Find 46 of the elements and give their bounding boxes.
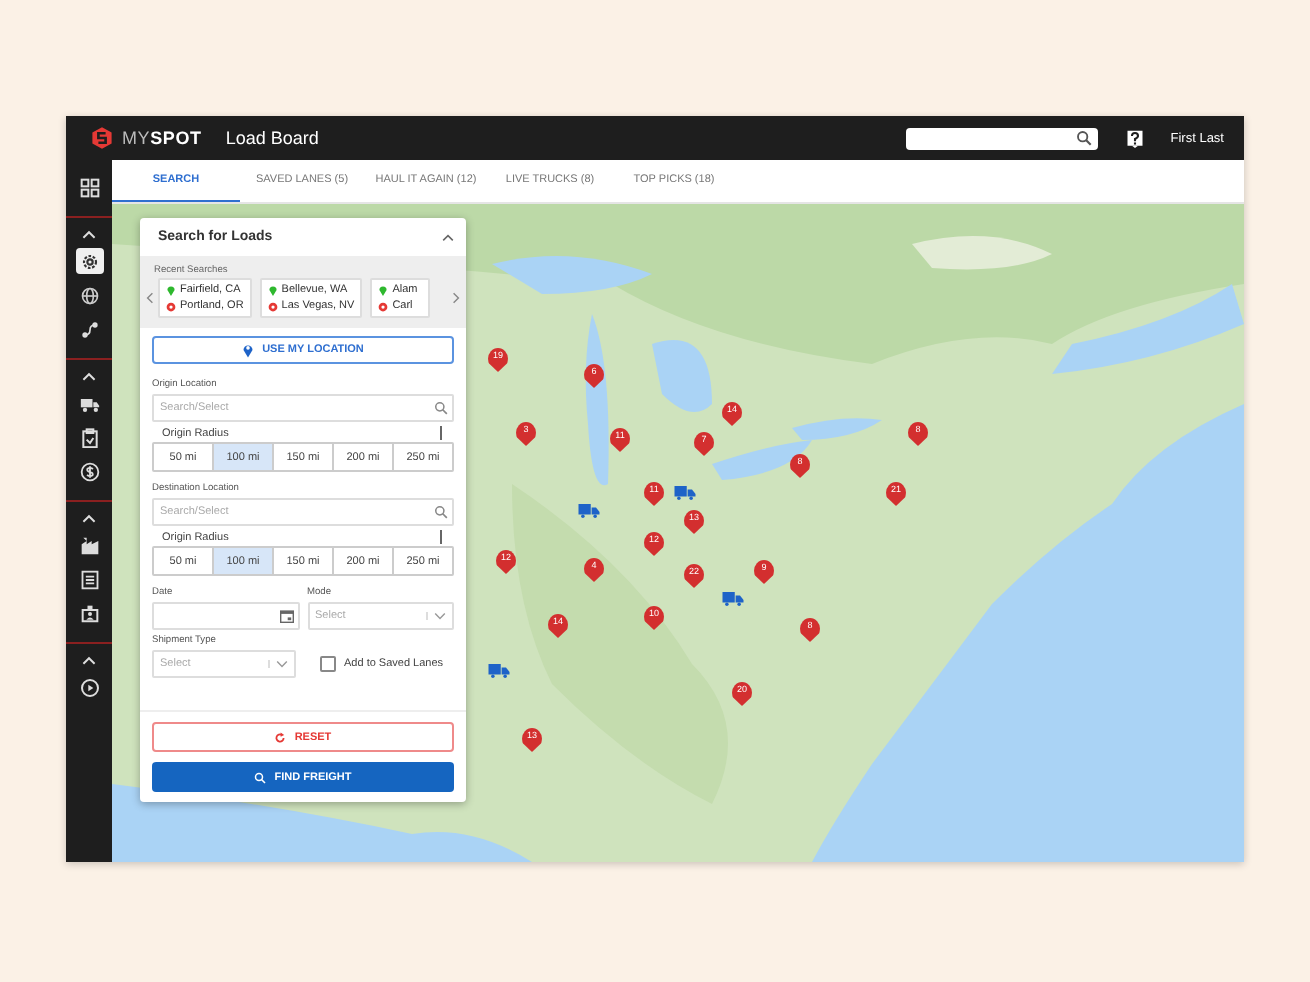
target-icon — [166, 301, 176, 311]
location-pin-icon — [166, 284, 176, 296]
slider-handle[interactable] — [440, 426, 442, 440]
grid-icon — [79, 177, 99, 197]
truck-icon[interactable] — [674, 486, 696, 500]
slider-handle[interactable] — [440, 530, 442, 544]
globe-icon — [79, 285, 99, 305]
truck-icon — [79, 393, 99, 413]
factory-icon — [79, 535, 99, 555]
truck-icon[interactable] — [722, 592, 744, 606]
location-pin-icon — [242, 342, 255, 358]
search-icon — [254, 771, 267, 783]
nav-button[interactable] — [75, 458, 103, 484]
route-icon — [79, 319, 99, 339]
chevron-left-icon[interactable] — [146, 292, 154, 304]
play-icon — [79, 677, 99, 697]
search-icon — [434, 505, 448, 519]
search-icon — [434, 401, 448, 415]
logo-text: MYSPOT — [122, 128, 202, 148]
dollar-icon — [79, 461, 99, 481]
help-icon[interactable] — [1126, 129, 1145, 147]
nav-button[interactable] — [75, 674, 103, 700]
location-pin-icon — [267, 284, 278, 296]
target-icon — [267, 301, 278, 311]
search-field[interactable] — [906, 127, 1099, 149]
chevron-down-icon — [426, 612, 446, 620]
search-icon — [1076, 130, 1093, 146]
truck-icon[interactable] — [578, 504, 600, 518]
checkbox[interactable] — [320, 656, 336, 672]
chevron-up-icon[interactable] — [442, 233, 454, 241]
refresh-icon — [274, 731, 287, 743]
calendar-icon — [279, 609, 293, 623]
logo-icon — [90, 126, 114, 150]
chevron-down-icon — [268, 660, 288, 668]
date-field[interactable] — [152, 602, 299, 630]
target-icon — [378, 301, 389, 311]
truck-icon[interactable] — [488, 664, 510, 678]
list-icon — [79, 569, 99, 589]
nav-button[interactable] — [75, 248, 103, 274]
location-pin-icon — [378, 284, 389, 296]
chevron-right-icon[interactable] — [452, 292, 460, 304]
app-title: Load Board — [225, 128, 319, 148]
clipboard-icon — [79, 427, 99, 447]
nav-button[interactable] — [75, 174, 103, 200]
gear-icon — [79, 251, 99, 271]
id-badge-icon — [79, 603, 99, 623]
